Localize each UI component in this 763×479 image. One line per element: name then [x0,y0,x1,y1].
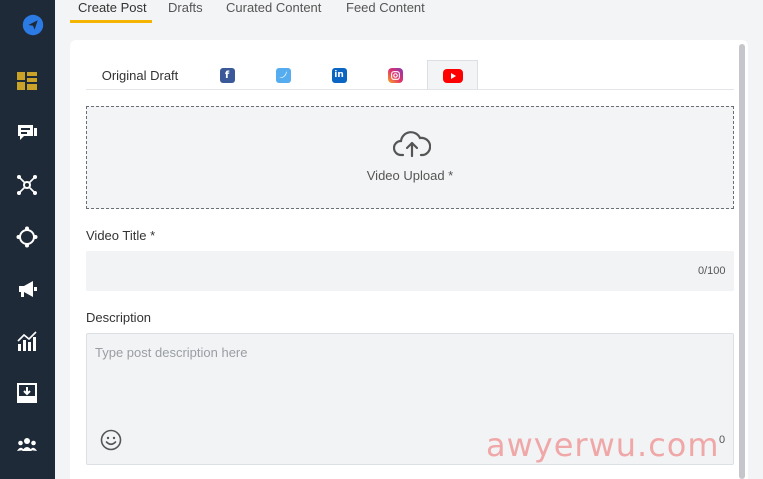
watermark-text: awyerwu.com [486,426,720,464]
dashboard-icon[interactable] [14,68,40,94]
cloud-upload-icon [393,131,431,158]
inbox-download-icon[interactable] [14,380,40,406]
tab-original-draft[interactable]: Original Draft [90,60,190,90]
team-icon[interactable] [14,432,40,458]
analytics-icon[interactable] [14,328,40,354]
tab-twitter[interactable] [266,60,300,90]
twitter-icon [275,67,291,83]
instagram-icon [387,67,403,83]
youtube-icon [442,68,463,83]
target-icon[interactable] [14,224,40,250]
description-placeholder: Type post description here [95,345,248,360]
tab-drafts[interactable]: Drafts [168,0,203,15]
video-title-counter: 0/100 [698,265,726,277]
video-title-label: Video Title * [86,228,156,243]
tab-create-post[interactable]: Create Post [78,0,147,15]
active-tab-indicator [70,20,152,23]
network-icon[interactable] [14,172,40,198]
tab-feed-content[interactable]: Feed Content [346,0,425,15]
description-label: Description [86,310,152,325]
platform-tabs-divider [86,89,734,90]
megaphone-icon[interactable] [14,276,40,302]
tab-instagram[interactable] [378,60,412,90]
facebook-icon: f [219,67,235,83]
tab-original-draft-label: Original Draft [101,67,179,83]
chat-icon[interactable] [14,120,40,146]
emoji-picker-icon[interactable] [100,429,122,451]
logo-send-icon[interactable] [19,11,47,39]
video-title-input[interactable] [86,251,734,291]
sidebar [0,0,55,479]
linkedin-icon: in [331,67,347,83]
scrollbar[interactable] [739,44,745,479]
video-upload-dropzone[interactable]: Video Upload * [86,106,734,209]
tab-linkedin[interactable]: in [322,60,356,90]
tab-youtube[interactable] [427,60,478,90]
video-upload-label: Video Upload * [366,168,454,183]
description-counter: 0 [719,434,726,446]
tab-facebook[interactable]: f [210,60,244,90]
tab-curated-content[interactable]: Curated Content [226,0,321,15]
